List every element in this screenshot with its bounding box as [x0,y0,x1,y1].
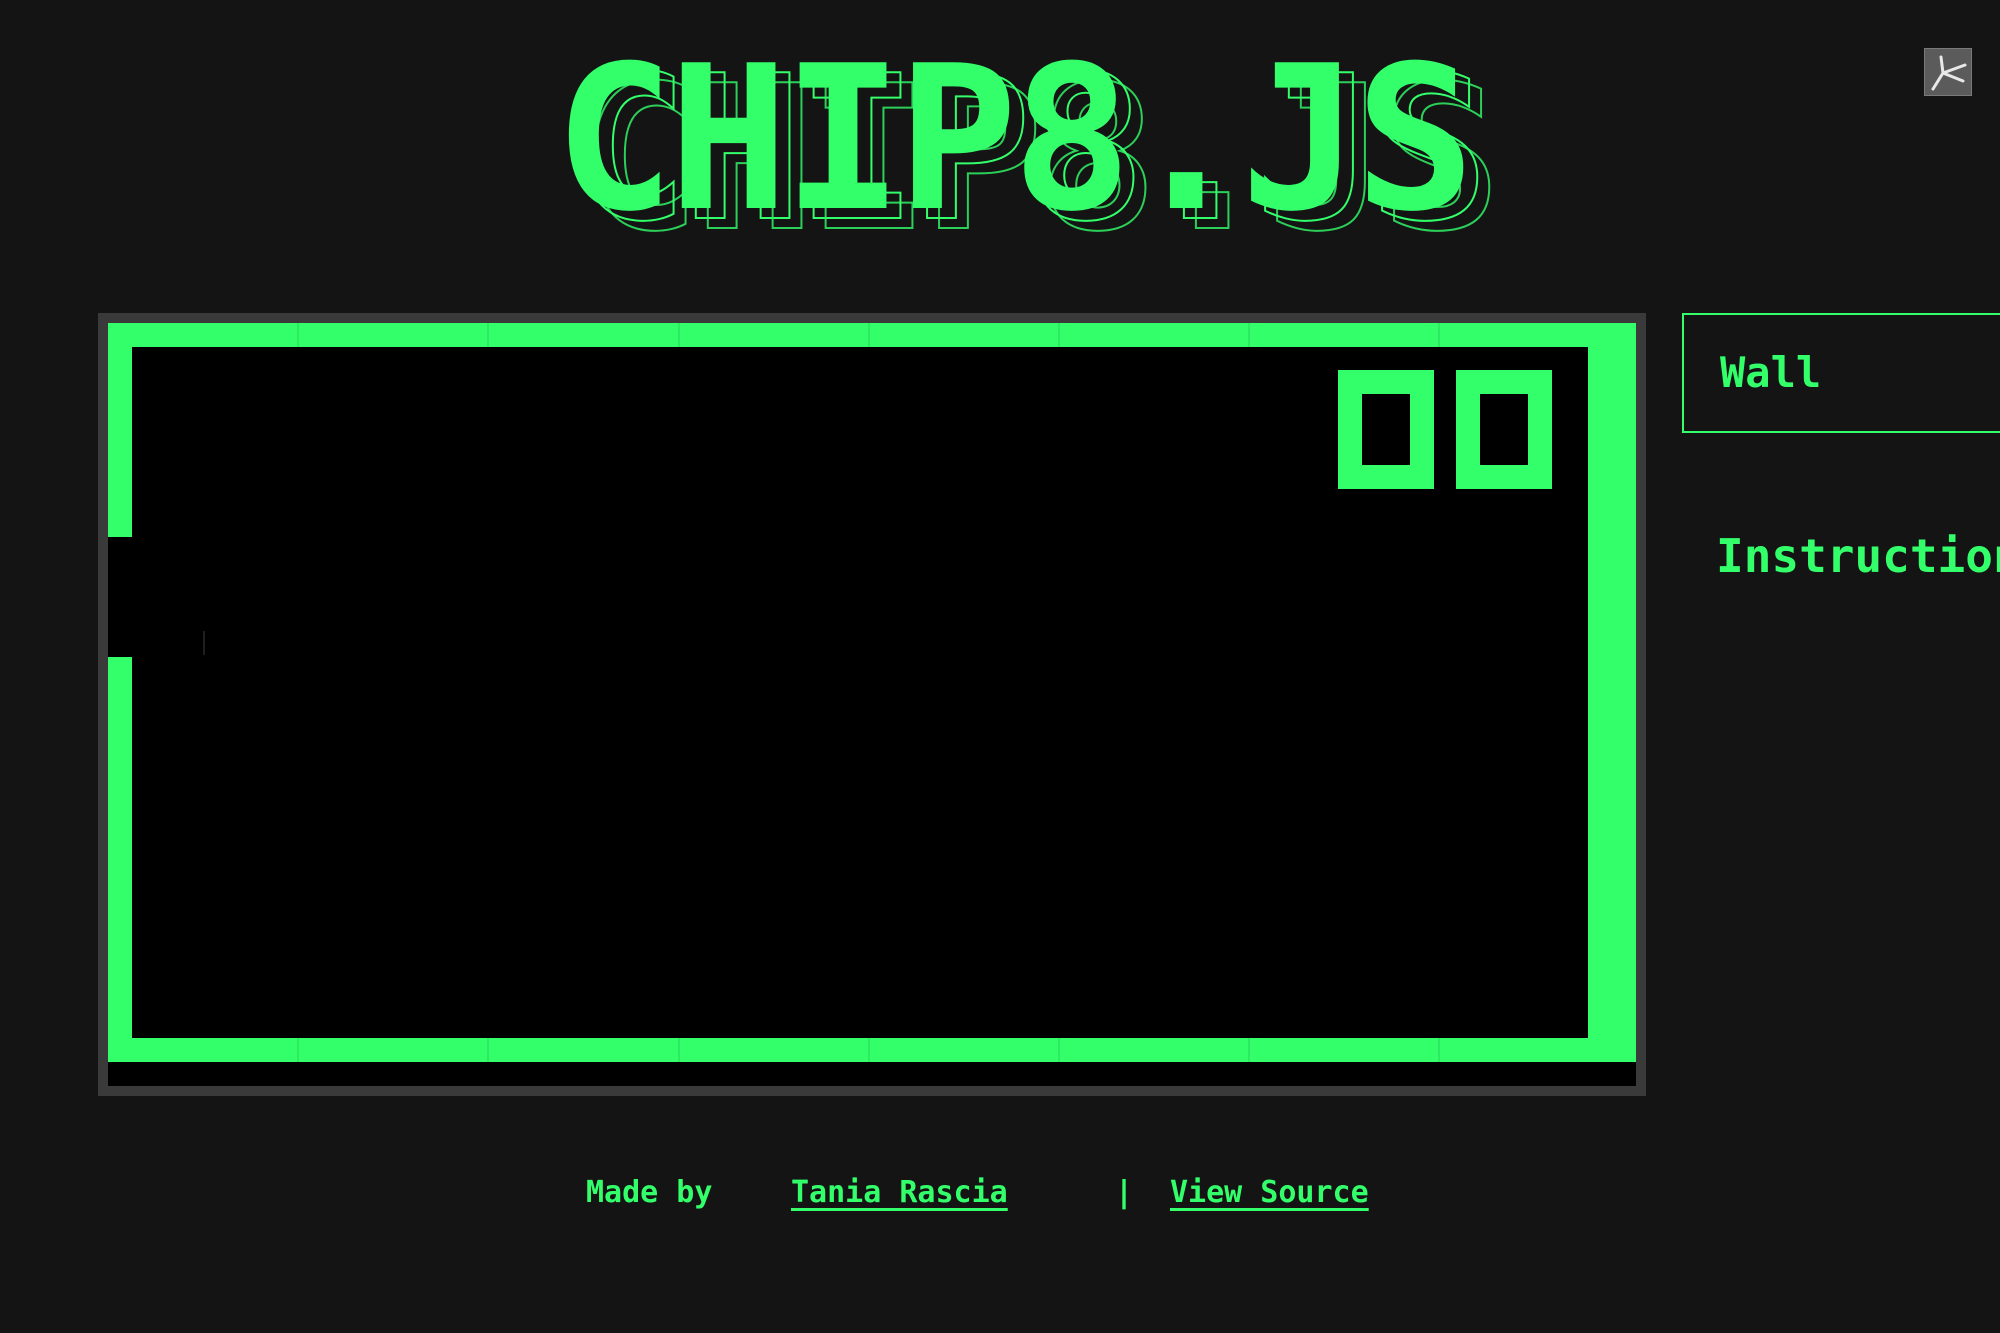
emulator-frame [98,313,1646,1096]
author-link[interactable]: Tania Rascia [791,1168,1008,1218]
right-wall [1588,323,1636,1062]
app-logo: CHIP8.JS CHIP8.JS CHIP8.JS [540,23,1502,261]
emulator-screen[interactable] [108,323,1636,1086]
top-wall [108,323,1636,347]
left-wall-upper [108,323,132,537]
made-by-text: Made by [586,1175,713,1210]
ball [203,631,205,655]
page-title: CHIP8.JS [554,23,1475,256]
instructions-heading: Instructions [1716,529,2000,584]
footer-separator: | [1115,1175,1134,1210]
left-wall-lower [108,657,132,1062]
rom-select[interactable]: Wall [1682,313,2000,433]
score-display [1338,370,1552,489]
display-canvas [108,323,1636,1062]
footer: Made by Tania Rascia | View Source [0,1168,2000,1218]
bottom-wall [108,1038,1636,1062]
view-source-link[interactable]: View Source [1170,1168,1369,1218]
cursor-icon[interactable] [1924,48,1972,96]
